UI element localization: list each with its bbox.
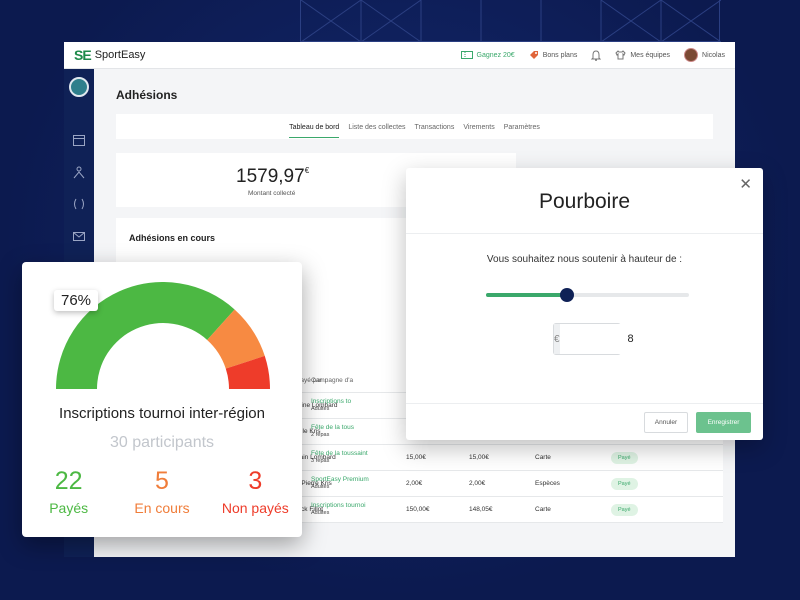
team-icon[interactable] [72, 165, 86, 179]
page-title: Adhésions [116, 88, 178, 102]
tip-slider[interactable] [486, 288, 689, 302]
modal-title: Pourboire [538, 190, 631, 213]
divider [406, 403, 763, 404]
teams-label: Mes équipes [630, 51, 671, 59]
status-cell: Payé [611, 478, 671, 490]
club-badge[interactable] [69, 77, 89, 97]
payment-method-cell: Carte [535, 506, 551, 513]
amount-label: Montant collecté [248, 190, 296, 197]
net-amount-cell: 15,00€ [469, 454, 489, 461]
amount-cell: 2,00€ [406, 480, 423, 487]
tab-dashboard[interactable]: Tableau de bord [289, 116, 340, 138]
avatar [684, 48, 699, 62]
payment-method-cell: Carte [535, 454, 551, 461]
tag-icon [529, 51, 538, 59]
header-campaign[interactable]: Campagne d'a [311, 377, 406, 384]
bell-icon [591, 49, 602, 61]
status-cell: Payé [611, 504, 671, 516]
tab-collections[interactable]: Liste des collectes [348, 116, 405, 137]
earn-link[interactable]: Gagnez 20€ [460, 51, 515, 59]
logo-mark: SE [74, 47, 92, 63]
user-name: Nicolas [702, 51, 725, 59]
count-unpaid: 3 Non payés [221, 467, 289, 516]
status-cell: Payé [611, 452, 671, 464]
payment-method-cell: Espèces [535, 480, 560, 487]
deals-link[interactable]: Bons plans [529, 50, 578, 60]
background-grid [300, 0, 721, 42]
campaign-link[interactable]: Fête de la toussaint 3 repas [311, 450, 406, 464]
slider-fill [486, 293, 568, 297]
percent-bubble: 76% [54, 290, 99, 311]
brand-logo[interactable]: SE SportEasy [74, 47, 145, 63]
tab-bar: Tableau de bord Liste des collectes Tran… [116, 114, 713, 139]
cancel-button[interactable]: Annuler [644, 412, 688, 433]
gauge-title: Inscriptions tournoi inter-région [59, 405, 265, 422]
tip-amount-input[interactable] [559, 324, 702, 354]
top-bar: SE SportEasy Gagnez 20€ Bons plans Mes é… [64, 42, 735, 69]
teams-link[interactable]: Mes équipes [615, 50, 670, 60]
amount-collected: 1579,97€ [236, 166, 310, 187]
tab-transactions[interactable]: Transactions [415, 116, 455, 137]
tab-settings[interactable]: Paramètres [504, 116, 540, 137]
campaign-link[interactable]: Inscriptions tournoi Adultes [311, 502, 406, 516]
brand-name: SportEasy [94, 49, 146, 61]
calendar-icon[interactable] [72, 133, 86, 147]
modal-prompt: Vous souhaitez nous soutenir à hauteur d… [486, 254, 683, 265]
campaign-link[interactable]: SportEasy Premium Adultes [311, 476, 406, 490]
divider [406, 233, 763, 234]
status-badge: Payé [611, 504, 638, 516]
save-button[interactable]: Enregistrer [696, 412, 751, 433]
status-badge: Payé [611, 452, 638, 464]
ticket-icon [460, 51, 473, 59]
notifications-button[interactable] [591, 49, 602, 61]
status-badge: Payé [611, 478, 638, 490]
count-pending: 5 En cours [134, 467, 190, 516]
gauge-card: 76% Inscriptions tournoi inter-région 30… [22, 262, 302, 537]
campaign-link[interactable]: Inscriptions to Adultes [311, 398, 406, 412]
earn-label: Gagnez 20€ [476, 51, 515, 59]
amount-cell: 150,00€ [406, 506, 430, 513]
campaign-link[interactable]: Fête de la tous 2 repas [311, 424, 406, 438]
slider-handle[interactable] [560, 288, 575, 302]
net-amount-cell: 2,00€ [469, 480, 486, 487]
deals-label: Bons plans [542, 51, 578, 59]
laurel-icon[interactable] [72, 197, 86, 211]
status-counts: 22 Payés 5 En cours 3 Non payés [22, 467, 302, 516]
amount-cell: 15,00€ [406, 454, 426, 461]
tab-transfers[interactable]: Virements [463, 116, 494, 137]
tip-amount-field: € [553, 323, 702, 355]
participants-count: 30 participants [109, 434, 215, 451]
section-title: Adhésions en cours [129, 233, 216, 243]
tip-modal: ✕ Pourboire Vous souhaitez nous soutenir… [406, 168, 763, 440]
shirt-icon [615, 50, 626, 60]
net-amount-cell: 148,05€ [469, 506, 493, 513]
user-menu[interactable]: Nicolas [684, 48, 725, 62]
count-paid: 22 Payés [49, 467, 89, 516]
mail-icon[interactable] [72, 229, 86, 243]
